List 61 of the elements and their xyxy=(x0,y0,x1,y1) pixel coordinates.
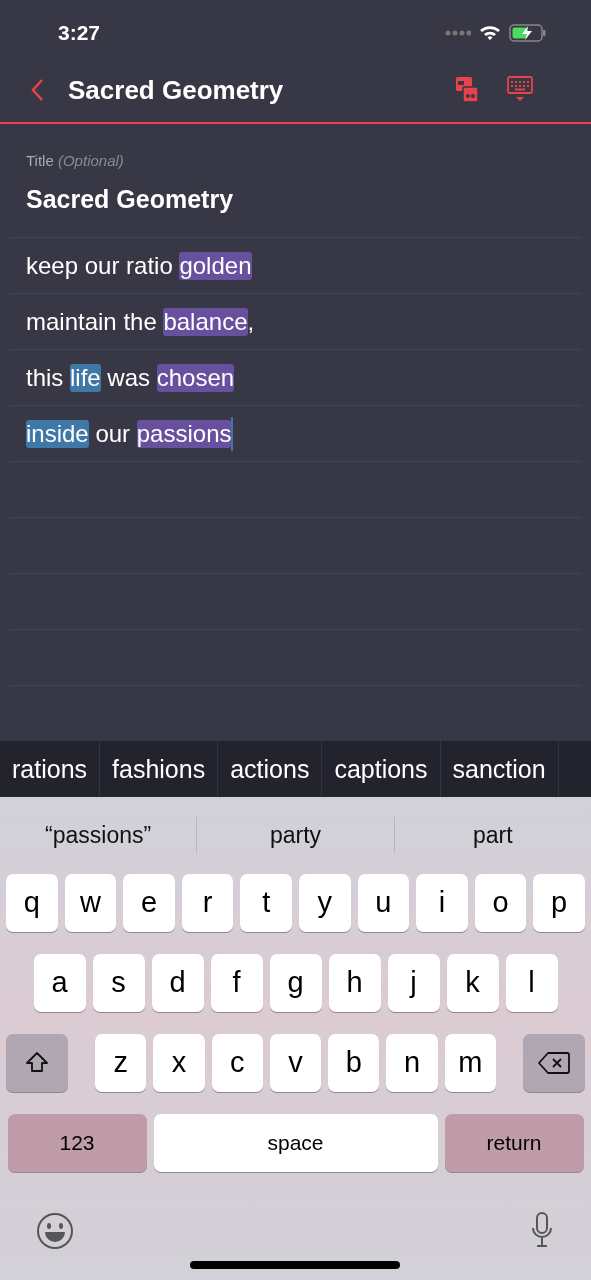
letter-key[interactable]: g xyxy=(269,953,322,1012)
delete-key[interactable] xyxy=(522,1033,585,1092)
letter-key[interactable]: l xyxy=(505,953,558,1012)
letter-key[interactable]: b xyxy=(328,1033,380,1092)
letter-key[interactable]: v xyxy=(269,1033,322,1092)
lyric-line[interactable]: keep our ratio golden xyxy=(26,251,252,280)
microphone-icon[interactable] xyxy=(531,1211,553,1248)
letter-key[interactable]: m xyxy=(444,1033,496,1092)
letter-key[interactable]: u xyxy=(357,873,410,932)
letter-key[interactable]: t xyxy=(240,873,292,932)
letter-key[interactable]: d xyxy=(151,953,204,1012)
letter-key[interactable]: a xyxy=(33,953,86,1012)
shift-key[interactable] xyxy=(6,1033,69,1092)
rhyme-highlight: life xyxy=(70,363,101,392)
title-field[interactable]: Sacred Geometry xyxy=(10,169,581,238)
space-key[interactable]: space xyxy=(153,1113,438,1172)
prediction[interactable]: party xyxy=(196,817,394,854)
letter-key[interactable]: w xyxy=(64,873,117,932)
rhyme-highlight: golden xyxy=(179,251,252,280)
rhyme-highlight: balance xyxy=(163,307,248,336)
rhyme-highlight: inside xyxy=(26,419,89,448)
letter-key[interactable]: n xyxy=(386,1033,438,1092)
rhyme-suggestion[interactable]: captions xyxy=(322,741,441,797)
letter-key[interactable]: e xyxy=(123,873,175,932)
delete-icon xyxy=(537,1050,570,1075)
back-button[interactable] xyxy=(30,78,44,103)
status-time: 3:27 xyxy=(58,21,101,46)
letter-key[interactable]: o xyxy=(474,873,527,932)
battery-charging-icon xyxy=(509,24,547,43)
letter-key[interactable]: c xyxy=(211,1033,263,1092)
lyric-line[interactable]: maintain the balance, xyxy=(26,307,255,336)
letter-key[interactable]: y xyxy=(299,873,351,932)
nav-title: Sacred Geometry xyxy=(68,74,285,106)
lyric-line[interactable]: inside our passions xyxy=(26,416,234,451)
prediction[interactable]: “passions” xyxy=(0,817,197,854)
letter-key[interactable]: s xyxy=(92,953,145,1012)
emoji-icon[interactable] xyxy=(36,1211,74,1250)
letter-key[interactable]: p xyxy=(533,873,585,932)
rhyme-suggestion[interactable]: fashions xyxy=(100,741,219,797)
return-key[interactable]: return xyxy=(444,1113,584,1172)
rhyme-suggestion[interactable]: sanction xyxy=(440,741,559,797)
wifi-icon xyxy=(479,25,501,42)
letter-key[interactable]: r xyxy=(181,873,234,932)
letter-key[interactable]: f xyxy=(210,953,263,1012)
rhyme-suggestion[interactable]: rations xyxy=(0,741,101,797)
rhyme-highlight: passions xyxy=(136,419,232,448)
mode-key[interactable]: 123 xyxy=(7,1113,147,1172)
letter-key[interactable]: q xyxy=(6,873,58,932)
prediction[interactable]: part xyxy=(393,817,591,854)
rhyme-suggestion[interactable]: actions xyxy=(218,741,323,797)
cards-icon[interactable] xyxy=(455,76,479,105)
title-label: Title (Optional) xyxy=(25,152,125,170)
letter-key[interactable]: x xyxy=(153,1033,205,1092)
letter-key[interactable]: h xyxy=(328,953,381,1012)
letter-key[interactable]: k xyxy=(446,953,499,1012)
rhyme-highlight: chosen xyxy=(156,363,235,392)
letter-key[interactable]: j xyxy=(387,953,440,1012)
letter-key[interactable]: z xyxy=(95,1033,147,1092)
lyric-line[interactable]: this life was chosen xyxy=(26,363,235,392)
letter-key[interactable]: i xyxy=(416,873,468,932)
signal-icon xyxy=(445,30,471,37)
